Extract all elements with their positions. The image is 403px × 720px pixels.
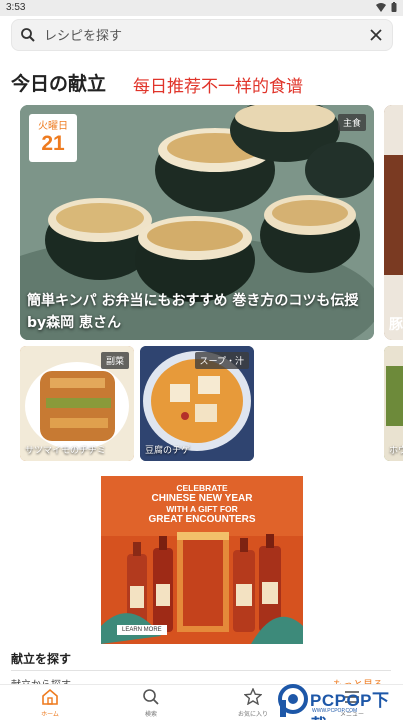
battery-icon: [391, 2, 397, 12]
hero-recipe-card[interactable]: 火曜日 21 主食 簡単キンパ お弁当にもおすすめ 巻き方のコツも伝授 by森岡…: [20, 105, 374, 340]
ad-line-1: CELEBRATE: [176, 483, 228, 493]
watermark-text: PCPOP下载: [310, 691, 390, 720]
recipe-caption: ホウ: [389, 446, 403, 456]
ad-line-4: GREAT ENCOUNTERS: [148, 513, 256, 525]
date-day: 21: [41, 132, 65, 155]
recipe-card-chige[interactable]: スープ・汁 豆腐のチゲ: [140, 346, 254, 461]
category-tag: スープ・汁: [194, 352, 249, 369]
overlay-caption: 每日推荐不一样的食谱: [133, 77, 303, 97]
advertisement-banner[interactable]: CELEBRATE CHINESE NEW YEAR WITH A GIFT F…: [101, 476, 303, 644]
home-icon: [42, 688, 58, 705]
recipe-caption: サツマイモのチヂミ: [25, 446, 107, 456]
next-recipe-card[interactable]: 豚: [384, 105, 403, 340]
status-icons: [376, 2, 397, 12]
nav-search-label: 検索: [144, 711, 157, 718]
nav-search[interactable]: 検索: [121, 688, 181, 718]
status-bar: 3:53: [0, 0, 403, 16]
date-badge: 火曜日 21: [29, 114, 77, 162]
nav-home-label: ホーム: [41, 711, 59, 718]
close-icon[interactable]: [369, 28, 383, 42]
search-input[interactable]: [44, 25, 344, 47]
ad-line-2: CHINESE NEW YEAR: [151, 492, 253, 504]
status-time: 3:53: [6, 2, 26, 13]
recipe-card-chijimi[interactable]: 副菜 サツマイモのチヂミ: [20, 346, 134, 461]
date-weekday: 火曜日: [38, 121, 68, 132]
ad-headline: CELEBRATE CHINESE NEW YEAR WITH A GIFT F…: [101, 483, 303, 525]
nav-favorites-label: お気に入り: [237, 711, 268, 718]
search-icon: [21, 28, 35, 42]
watermark-logo-icon: [278, 684, 308, 717]
star-icon: [243, 687, 263, 706]
wifi-icon: [376, 2, 386, 12]
ad-line-3: WITH A GIFT FOR: [166, 504, 238, 514]
learn-more-button[interactable]: LEARN MORE: [117, 625, 167, 635]
find-menu-title: 献立を探す: [11, 652, 72, 666]
hero-recipe-title: 簡単キンパ お弁当にもおすすめ 巻き方のコツも伝授 by森岡 恵さん: [27, 293, 359, 331]
recipe-photo: [384, 105, 403, 340]
search-bar[interactable]: [11, 19, 393, 51]
search-icon: [143, 689, 159, 705]
nav-favorites[interactable]: お気に入り: [223, 687, 283, 718]
watermark-sub: WWW.PCPOP.COM: [312, 708, 358, 714]
section-title: 今日の献立: [11, 73, 107, 95]
recipe-card-partial[interactable]: ホウ: [384, 346, 403, 461]
category-tag: 副菜: [100, 352, 129, 369]
watermark: PCPOP下载 WWW.PCPOP.COM: [278, 682, 403, 720]
category-tag: 主食: [337, 114, 366, 131]
recipe-caption: 豆腐のチゲ: [145, 446, 191, 456]
next-recipe-title: 豚: [389, 317, 403, 333]
divider: [11, 670, 391, 671]
nav-home[interactable]: ホーム: [20, 688, 80, 718]
